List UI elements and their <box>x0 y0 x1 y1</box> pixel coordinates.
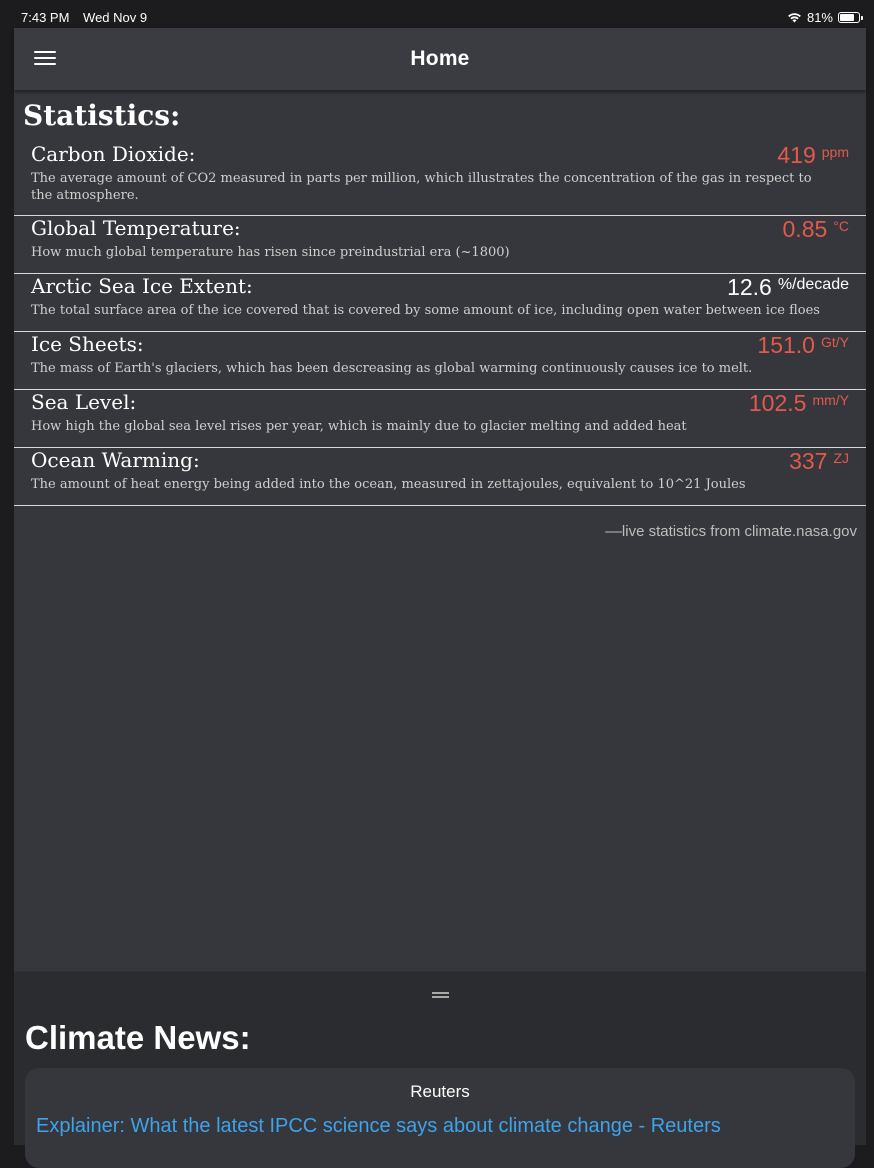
news-headline-link[interactable]: Explainer: What the latest IPCC science … <box>36 1115 721 1138</box>
stat-description: The average amount of CO2 measured in pa… <box>31 171 812 203</box>
battery-percent: 81% <box>806 10 833 25</box>
stat-value-number: 337 <box>789 448 828 474</box>
stat-ocean-warming: Ocean Warming: The amount of heat energy… <box>14 448 866 506</box>
status-date: Wed Nov 9 <box>83 10 148 25</box>
stat-carbon-dioxide: Carbon Dioxide: The average amount of CO… <box>14 142 866 216</box>
stat-value-unit: %/decade <box>777 276 849 293</box>
stat-description: How much global temperature has risen si… <box>31 245 510 260</box>
stat-value: 102.5 mm/Y <box>749 390 849 417</box>
stat-value-number: 102.5 <box>748 390 807 416</box>
wifi-icon <box>788 13 801 23</box>
stat-value-unit: ppm <box>821 144 849 160</box>
stat-value: 337 ZJ <box>789 448 849 475</box>
stat-description: The amount of heat energy being added in… <box>31 477 746 492</box>
stat-value-number: 12.6 <box>727 274 772 300</box>
top-nav-bar: Home <box>14 28 866 90</box>
battery-icon <box>838 12 863 23</box>
status-right: 81% <box>787 10 863 25</box>
stat-value-unit: °C <box>833 218 849 234</box>
stat-name: Global Temperature: <box>31 216 241 240</box>
stat-name: Ice Sheets: <box>31 332 144 356</box>
stat-value-unit: Gt/Y <box>820 334 849 350</box>
page-title: Home <box>410 47 470 70</box>
stat-value-number: 151.0 <box>757 332 815 358</box>
news-source: Reuters <box>410 1082 470 1101</box>
news-heading: Climate News: <box>25 1019 251 1056</box>
stat-value: 12.6 %/decade <box>727 274 849 301</box>
stat-value: 151.0 Gt/Y <box>757 332 849 359</box>
stat-value: 419 ppm <box>777 142 849 169</box>
status-time: 7:43 PM <box>21 10 70 25</box>
stat-value-unit: ZJ <box>833 450 849 466</box>
news-card[interactable]: Reuters Explainer: What the latest IPCC … <box>25 1068 855 1168</box>
statistics-list: Carbon Dioxide: The average amount of CO… <box>14 142 866 506</box>
stat-value-unit: mm/Y <box>812 392 849 408</box>
stat-arctic-sea-ice: Arctic Sea Ice Extent: The total surface… <box>14 274 866 332</box>
stat-description: How high the global sea level rises per … <box>31 419 687 434</box>
status-left: 7:43 PM Wed Nov 9 <box>21 10 157 25</box>
stat-name: Arctic Sea Ice Extent: <box>31 274 253 298</box>
stat-description: The mass of Earth's glaciers, which has … <box>31 361 753 376</box>
statistics-source-note: ––live statistics from climate.nasa.gov <box>605 523 857 540</box>
news-panel: Climate News: Reuters Explainer: What th… <box>14 971 866 1168</box>
stat-name: Carbon Dioxide: <box>31 142 196 166</box>
stat-value-number: 419 <box>777 142 816 168</box>
stat-value: 0.85 °C <box>783 216 849 243</box>
stat-name: Sea Level: <box>31 390 137 414</box>
stat-description: The total surface area of the ice covere… <box>31 303 820 318</box>
app-window: Home Statistics: Carbon Dioxide: The ave… <box>14 28 866 1168</box>
drag-handle-icon[interactable] <box>432 992 449 998</box>
statistics-heading: Statistics: <box>23 99 181 132</box>
stat-sea-level: Sea Level: How high the global sea level… <box>14 390 866 448</box>
stat-value-number: 0.85 <box>782 216 828 242</box>
stat-ice-sheets: Ice Sheets: The mass of Earth's glaciers… <box>14 332 866 390</box>
stat-global-temperature: Global Temperature: How much global temp… <box>14 216 866 274</box>
stat-name: Ocean Warming: <box>31 448 200 472</box>
